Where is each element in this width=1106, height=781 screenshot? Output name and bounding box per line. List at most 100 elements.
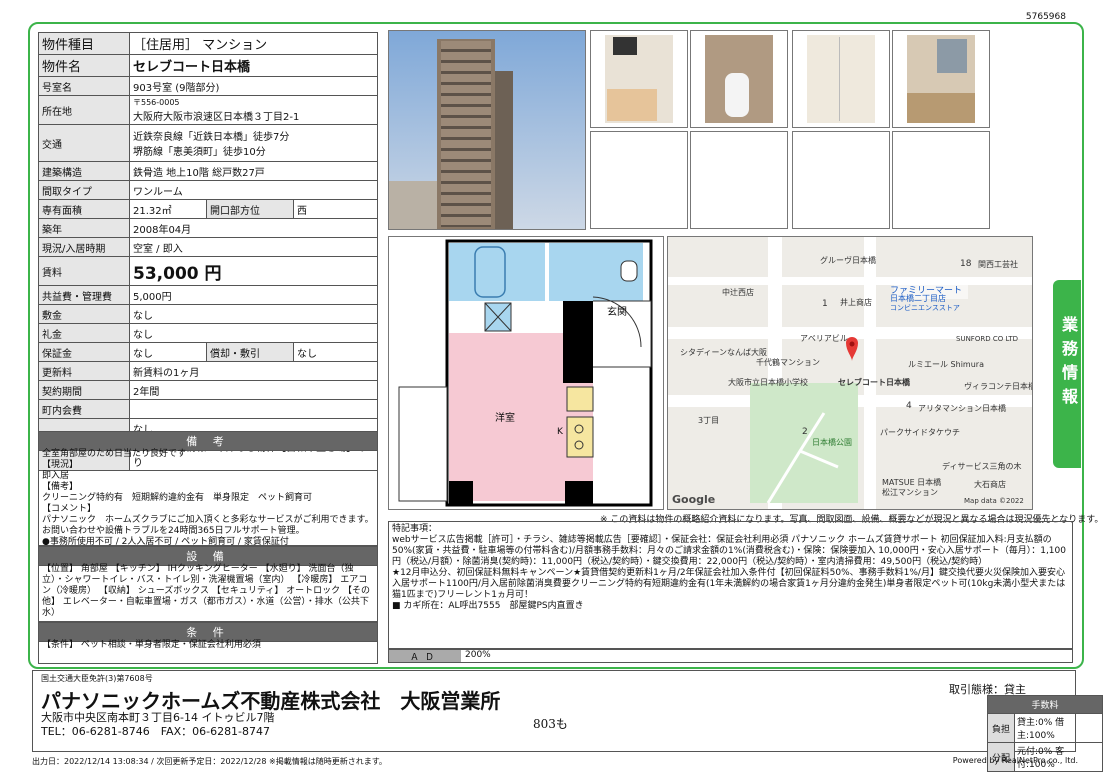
- map-number: 1: [822, 299, 828, 309]
- label-layout: 間取タイプ: [38, 180, 130, 200]
- value-transit: 近鉄奈良線「近鉄日本橋」徒歩7分 堺筋線「恵美須町」徒歩10分: [129, 124, 378, 162]
- label-assoc-fee: 町内会費: [38, 399, 130, 419]
- label-room: 号室名: [38, 76, 130, 96]
- value-rent: 53,000 円: [129, 256, 378, 286]
- value-type: ［住居用］ マンション: [129, 32, 378, 55]
- map-label: 日本橋公園: [812, 438, 852, 447]
- map-label: グルーヴ日本橋: [820, 256, 876, 265]
- value-direction: 西: [293, 199, 378, 219]
- transit-line-2: 堺筋線「恵美須町」徒歩10分: [133, 147, 266, 158]
- label-transit: 交通: [38, 124, 130, 162]
- business-info-tab[interactable]: 業務情報: [1053, 280, 1081, 468]
- label-keymoney: 礼金: [38, 323, 130, 343]
- map-label-target: セレブコート日本橋: [838, 378, 910, 387]
- label-name: 物件名: [38, 54, 130, 77]
- map-label: シタディーンなんば大阪: [680, 348, 768, 357]
- value-structure: 鉄骨造 地上10階 総戸数27戸: [129, 161, 378, 181]
- map-label: 松江マンション: [882, 488, 938, 497]
- toilet-photo: [690, 30, 788, 128]
- value-contract: 2年間: [129, 380, 378, 400]
- map-label: 井上商店: [840, 298, 872, 307]
- label-area: 専有面積: [38, 199, 130, 219]
- value-area: 21.32㎡: [129, 199, 207, 219]
- footer-agency-box: 国土交通大臣免許(3)第7608号 パナソニックホームズ不動産株式会社 大阪営業…: [32, 670, 1103, 772]
- license-number: 国土交通大臣免許(3)第7608号: [41, 674, 153, 683]
- fee-row-value: 貸主:0% 借主:100%: [1014, 713, 1103, 743]
- special-notes-text: webサービス広告掲載［許可］・チラシ、雑誌等掲載広告［要確認］・保証会社：保証…: [392, 535, 1066, 611]
- value-amortization: なし: [293, 342, 378, 362]
- value-name: セレブコート日本橋: [129, 54, 378, 77]
- map-label: 関西工芸社: [978, 260, 1018, 269]
- entrance-label: 玄関: [607, 307, 627, 318]
- label-amortization: 償却・敷引: [206, 342, 294, 362]
- map-label: アリタマンション日本橋: [918, 404, 1006, 413]
- photo-placeholder-1: [590, 131, 688, 229]
- value-address: 〒556-0005 大阪府大阪市浪速区日本橋３丁目2-1: [129, 95, 378, 125]
- special-notes-title: 特記事項：: [392, 524, 438, 534]
- map-label: 千代鶴マンション: [756, 358, 820, 367]
- value-assoc-fee: [129, 399, 378, 419]
- floor-plan: 洋室 玄関 K: [388, 236, 664, 510]
- map-label: 大石商店: [974, 480, 1006, 489]
- room-photo: [892, 30, 990, 128]
- ad-value: 200%: [465, 650, 491, 660]
- company-phone-fax: TEL：06-6281-8746 FAX：06-6281-8747: [41, 725, 271, 738]
- fee-header: 手数料: [987, 695, 1103, 714]
- label-built: 築年: [38, 218, 130, 238]
- map-attribution: Map data ©2022: [964, 497, 1024, 505]
- value-built: 2008年04月: [129, 218, 378, 238]
- map-number: 2: [802, 427, 808, 437]
- label-structure: 建築構造: [38, 161, 130, 181]
- map-number: 18: [960, 259, 972, 269]
- ad-label: ＡＤ: [389, 650, 461, 663]
- property-info-table: 物件種目 ［住居用］ マンション 物件名 セレブコート日本橋 号室名 903号室…: [38, 32, 378, 471]
- special-notes-box: 特記事項： webサービス広告掲載［許可］・チラシ、雑誌等掲載広告［要確認］・保…: [388, 521, 1073, 649]
- label-contract: 契約期間: [38, 380, 130, 400]
- label-direction: 開口部方位: [206, 199, 294, 219]
- photo-placeholder-4: [892, 131, 990, 229]
- photo-placeholder-3: [792, 131, 890, 229]
- map-label: アベリアビル: [800, 334, 848, 343]
- address-text: 大阪府大阪市浪速区日本橋３丁目2-1: [133, 112, 300, 123]
- value-common: 5,000円: [129, 285, 378, 305]
- western-room-label: 洋室: [495, 413, 515, 424]
- transit-line-1: 近鉄奈良線「近鉄日本橋」徒歩7分: [133, 132, 290, 143]
- label-deposit: 敷金: [38, 304, 130, 324]
- value-layout: ワンルーム: [129, 180, 378, 200]
- building-exterior-photo: [388, 30, 586, 230]
- ad-row: ＡＤ 200%: [388, 649, 1073, 663]
- value-deposit: なし: [129, 304, 378, 324]
- map-label: 3丁目: [698, 416, 720, 425]
- output-date-line: 出力日：2022/12/14 13:08:34 / 次回更新予定日：2022/1…: [32, 757, 387, 766]
- conditions-text: 【条件】 ペット相談・単身者限定・保証会社利用必須: [38, 638, 378, 664]
- powered-by: Powered by RealNetPro co., ltd.: [952, 756, 1078, 765]
- kitchen-label: K: [557, 427, 563, 437]
- map-label: コンビニエンスストア: [890, 304, 960, 312]
- map-number: 4: [906, 401, 912, 411]
- handwritten-note: 803も: [533, 717, 568, 731]
- label-rent: 賃料: [38, 256, 130, 286]
- postal-code: 〒556-0005: [133, 98, 180, 107]
- floor-plan-drawing: [398, 239, 653, 507]
- label-type: 物件種目: [38, 32, 130, 55]
- photo-placeholder-2: [690, 131, 788, 229]
- business-info-tab-label: 業務情報: [1059, 316, 1078, 412]
- kitchen-photo: [590, 30, 688, 128]
- facilities-text: 【位置】 角部屋 【キッチン】 IHクッキングヒーター 【水廻り】 洗面台（独立…: [38, 562, 378, 622]
- map-label: SUNFORD CO LTD: [956, 335, 1019, 343]
- fee-row-label: 負担: [987, 713, 1015, 743]
- label-status: 現況/入居時期: [38, 237, 130, 257]
- label-common: 共益費・管理費: [38, 285, 130, 305]
- document-id: 5765968: [1025, 12, 1066, 22]
- value-status: 空室 / 即入: [129, 237, 378, 257]
- label-renewal: 更新料: [38, 361, 130, 381]
- map-label: 中辻西店: [722, 288, 754, 297]
- value-room: 903号室 (9階部分): [129, 76, 378, 96]
- closet-photo: [792, 30, 890, 128]
- google-logo: Google: [672, 493, 716, 506]
- remarks-text: 全室角部屋のため日当たり良好です 【現況】 即入居 【備考】 クリーニング特約有…: [38, 447, 378, 546]
- location-map[interactable]: 18 1 2 4 グルーヴ日本橋 関西工芸社 中辻西店 井上商店 ファミリーマー…: [667, 236, 1033, 510]
- value-keymoney: なし: [129, 323, 378, 343]
- map-label: ディサービス三角の木: [942, 462, 1022, 471]
- map-label: ヴィラコンテ日本橋: [964, 382, 1033, 391]
